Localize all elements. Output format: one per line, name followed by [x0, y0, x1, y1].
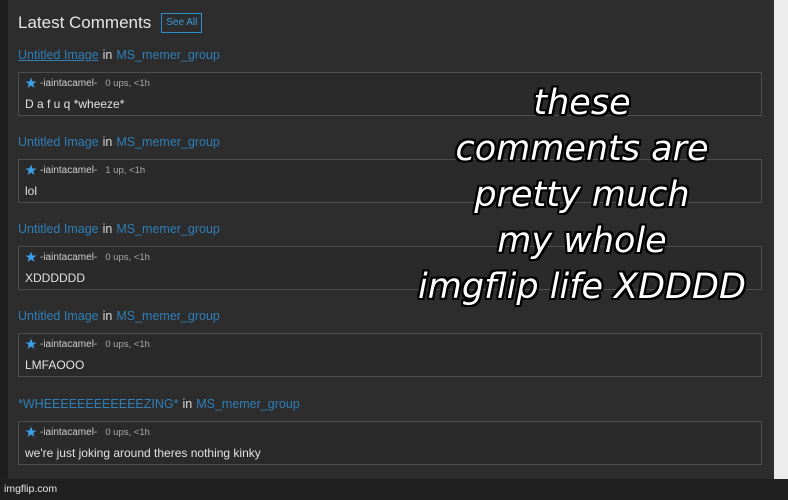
- group-link[interactable]: MS_memer_group: [116, 309, 220, 323]
- caption-line: imgflip life XDDDD: [418, 267, 746, 307]
- group-link[interactable]: MS_memer_group: [116, 48, 220, 62]
- comment-meta: -iaintacamel- 0 ups, <1h: [25, 251, 150, 263]
- comment-text: lol: [25, 184, 38, 198]
- comment-text: LMFAOOO: [25, 358, 85, 372]
- star-icon[interactable]: [25, 338, 37, 350]
- panel-title: Latest Comments: [18, 13, 152, 32]
- caption-line: my whole: [497, 221, 667, 261]
- see-all-button[interactable]: See All: [161, 13, 203, 33]
- caption-line: comments are: [455, 129, 709, 169]
- post-link[interactable]: Untitled Image: [18, 309, 99, 323]
- caption-line: pretty much: [474, 175, 690, 215]
- comment-box: -iaintacamel- 0 ups, <1h LMFAOOO: [18, 333, 762, 377]
- comment-stats: 0 ups, <1h: [105, 251, 150, 263]
- comment-stats: 0 ups, <1h: [105, 426, 150, 438]
- imgflip-watermark: imgflip.com: [4, 483, 58, 495]
- comment-meta: -iaintacamel- 0 ups, <1h: [25, 426, 150, 438]
- username-link[interactable]: -iaintacamel-: [40, 78, 97, 89]
- comment-meta: -iaintacamel- 0 ups, <1h: [25, 338, 150, 350]
- star-icon[interactable]: [25, 164, 37, 176]
- comment-text: XDDDDDD: [25, 271, 85, 285]
- group-link[interactable]: MS_memer_group: [116, 222, 220, 236]
- comment-box: -iaintacamel- 0 ups, <1h we're just joki…: [18, 421, 762, 465]
- comment-context: Untitled Image in MS_memer_group: [18, 308, 762, 324]
- comment-context: *WHEEEEEEEEEEEEZING* in MS_memer_group: [18, 396, 762, 412]
- comment-group: Untitled Image in MS_memer_group -iaintaca…: [18, 308, 762, 377]
- group-link[interactable]: MS_memer_group: [196, 397, 300, 411]
- in-label: in: [102, 48, 113, 62]
- comment-text: we're just joking around theres nothing …: [25, 446, 261, 460]
- comment-stats: 0 ups, <1h: [105, 338, 150, 350]
- panel-header: Latest Comments See All: [18, 10, 203, 36]
- username-link[interactable]: -iaintacamel-: [40, 252, 97, 263]
- meme-caption: these comments are pretty much my whole …: [382, 80, 782, 310]
- post-link[interactable]: Untitled Image: [18, 48, 99, 62]
- left-border: [0, 0, 8, 500]
- comment-meta: -iaintacamel- 1 up, <1h: [25, 164, 145, 176]
- in-label: in: [102, 309, 113, 323]
- bottom-border: [0, 479, 788, 500]
- group-link[interactable]: MS_memer_group: [116, 135, 220, 149]
- comment-meta: -iaintacamel- 0 ups, <1h: [25, 77, 150, 89]
- in-label: in: [102, 135, 113, 149]
- comment-text: D a f u q *wheeze*: [25, 97, 125, 111]
- comment-stats: 0 ups, <1h: [105, 77, 150, 89]
- username-link[interactable]: -iaintacamel-: [40, 427, 97, 438]
- comment-context: Untitled Image in MS_memer_group: [18, 47, 762, 63]
- comment-group: *WHEEEEEEEEEEEEZING* in MS_memer_group -ia…: [18, 396, 762, 465]
- post-link[interactable]: Untitled Image: [18, 222, 99, 236]
- star-icon[interactable]: [25, 426, 37, 438]
- post-link[interactable]: *WHEEEEEEEEEEEEZING*: [18, 397, 178, 411]
- star-icon[interactable]: [25, 77, 37, 89]
- caption-line: these: [533, 83, 631, 123]
- username-link[interactable]: -iaintacamel-: [40, 339, 97, 350]
- post-link[interactable]: Untitled Image: [18, 135, 99, 149]
- username-link[interactable]: -iaintacamel-: [40, 165, 97, 176]
- in-label: in: [182, 397, 193, 411]
- comment-stats: 1 up, <1h: [105, 164, 146, 176]
- in-label: in: [102, 222, 113, 236]
- star-icon[interactable]: [25, 251, 37, 263]
